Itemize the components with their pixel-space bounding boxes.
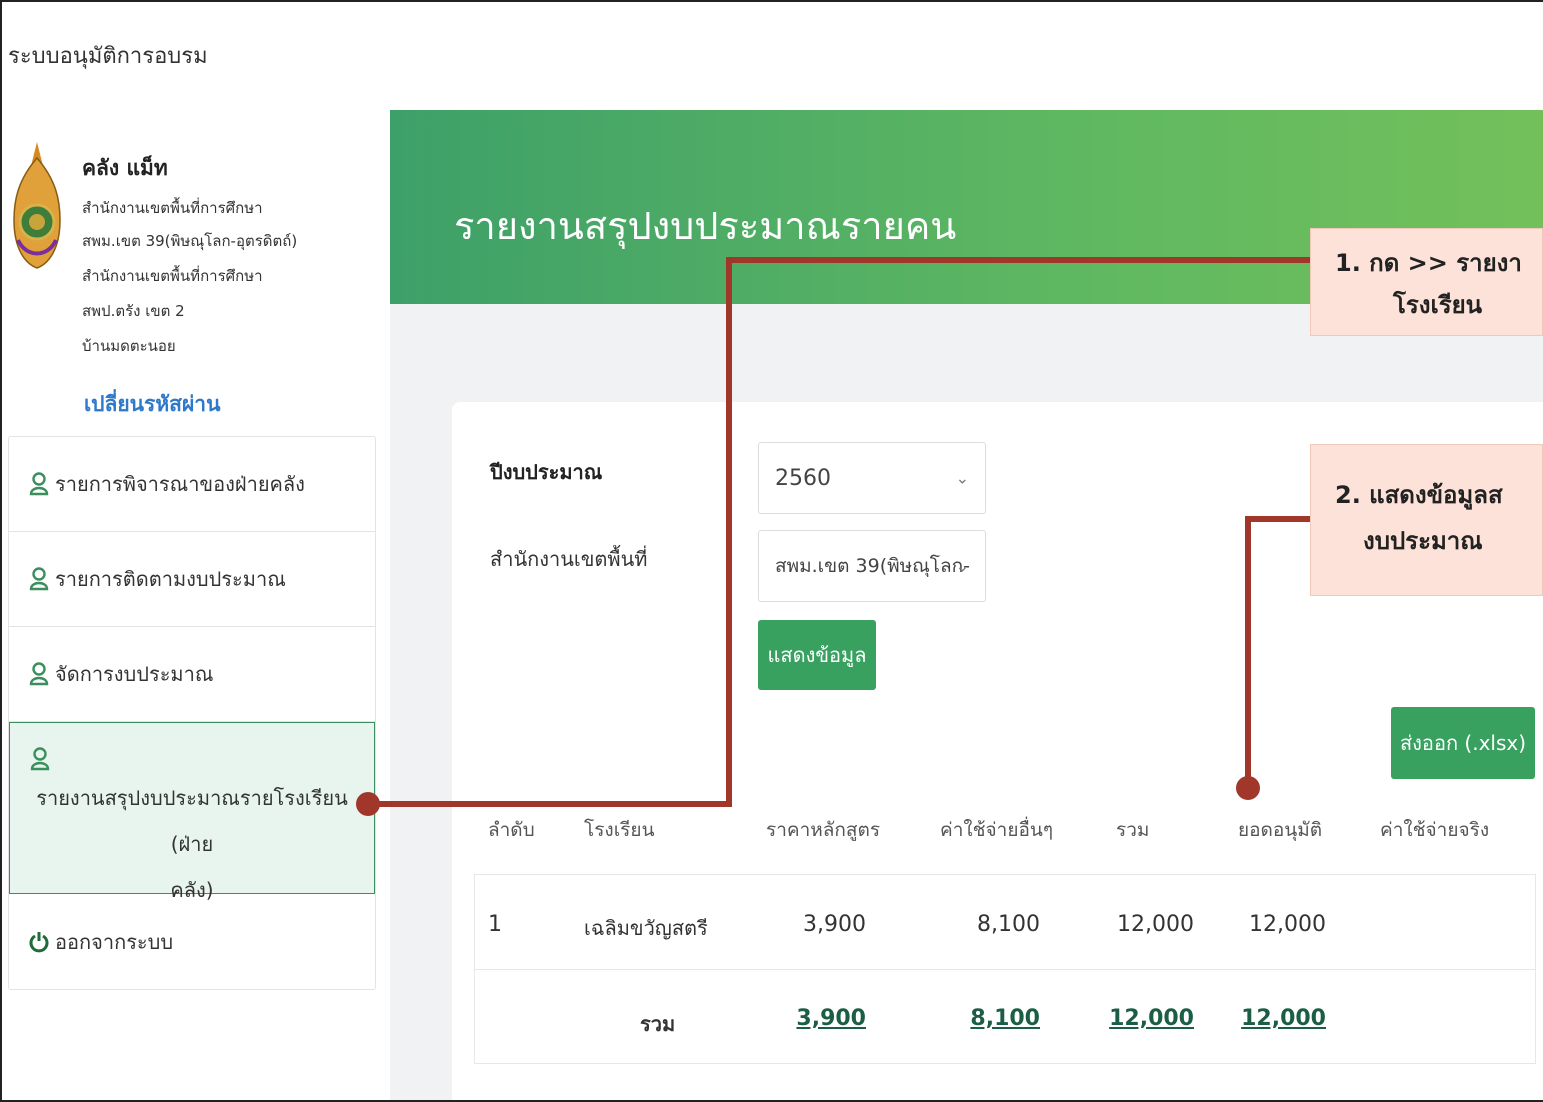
profile-org-line: สำนักงานเขตพื้นที่การศึกษา <box>82 267 263 285</box>
annotation-step1-line1: 1. กด >> รายงา <box>1335 249 1522 277</box>
cell-course-price: 3,900 <box>803 912 866 937</box>
column-header-sum: รวม <box>1116 819 1150 841</box>
app-title: ระบบอนุมัติการอบรม <box>8 44 208 69</box>
cell-other-expenses: 8,100 <box>977 912 1040 937</box>
column-header-no: ลำดับ <box>488 819 535 841</box>
cell-sum: 12,000 <box>1117 912 1194 937</box>
sidebar-item-label-line: รายงานสรุปงบประมาณรายโรงเรียน (ฝ่าย <box>36 785 348 856</box>
user-icon <box>29 472 49 496</box>
annotation-step2: 2. แสดงข้อมูลส งบประมาณ <box>1310 444 1543 596</box>
sidebar-item-label: จัดการงบประมาณ <box>55 662 214 686</box>
year-label: ปีงบประมาณ <box>490 460 603 484</box>
change-password-link[interactable]: เปลี่ยนรหัสผ่าน <box>84 388 220 421</box>
chevron-down-icon: ⌄ <box>955 468 969 488</box>
annotation-step2-line1: 2. แสดงข้อมูลส <box>1335 481 1503 509</box>
page-title: รายงานสรุปงบประมาณรายคน <box>454 204 957 248</box>
column-header-course-price: ราคาหลักสูตร <box>766 819 881 841</box>
profile-org-line: สำนักงานเขตพื้นที่การศึกษา <box>82 199 263 217</box>
profile-org-line: บ้านมดตะนอย <box>82 337 176 355</box>
chevron-down-icon: ⌄ <box>955 556 969 576</box>
sidebar-item-label: ออกจากระบบ <box>55 929 174 954</box>
profile-name: คลัง แม็ท <box>82 156 168 180</box>
user-icon <box>30 746 50 770</box>
column-header-school: โรงเรียน <box>584 819 655 841</box>
annotation-step1: 1. กด >> รายงา โรงเรียน <box>1310 228 1543 336</box>
annotation-step1-line2: โรงเรียน <box>1393 291 1483 319</box>
sidebar-item-label: รายการติดตามงบประมาณ <box>55 567 286 591</box>
profile-org-line: สพม.เขต 39(พิษณุโลก-อุตรดิตถ์) <box>82 232 298 250</box>
user-icon <box>29 567 49 591</box>
year-select-value: 2560 <box>775 465 831 491</box>
area-select-value: สพม.เขต 39(พิษณุโลก- <box>775 555 971 577</box>
sidebar-item-label: รายการพิจารณาของฝ่ายคลัง <box>55 472 305 496</box>
column-header-actual-expense: ค่าใช้จ่ายจริง <box>1380 819 1490 841</box>
year-select[interactable]: 2560 ⌄ <box>758 442 986 514</box>
area-label: สำนักงานเขตพื้นที่ <box>490 547 648 571</box>
sidebar-item-budget-tracking[interactable]: รายการติดตามงบประมาณ <box>9 532 375 627</box>
export-xlsx-button[interactable]: ส่งออก (.xlsx) <box>1391 707 1535 779</box>
user-icon <box>29 662 49 686</box>
column-header-approved: ยอดอนุมัติ <box>1238 819 1323 841</box>
total-course-price-link[interactable]: 3,900 <box>746 1006 866 1031</box>
cell-approved: 12,000 <box>1249 912 1326 937</box>
power-icon <box>29 931 49 952</box>
sidebar-menu: รายการพิจารณาของฝ่ายคลัง รายการติดตามงบป… <box>8 436 376 990</box>
column-header-other-expenses: ค่าใช้จ่ายอื่นๆ <box>940 819 1054 841</box>
area-select[interactable]: สพม.เขต 39(พิษณุโลก- ⌄ <box>758 530 986 602</box>
table-row-divider <box>474 969 1536 970</box>
cell-school: เฉลิมขวัญสตรี <box>584 916 708 940</box>
total-sum-link[interactable]: 12,000 <box>1074 1006 1194 1031</box>
sidebar-item-school-budget-report[interactable]: รายงานสรุปงบประมาณรายโรงเรียน (ฝ่าย คลัง… <box>9 722 375 902</box>
sidebar-item-budget-management[interactable]: จัดการงบประมาณ <box>9 627 375 722</box>
sidebar: คลัง แม็ท สำนักงานเขตพื้นที่การศึกษา สพม… <box>4 110 390 1102</box>
sidebar-item-label: รายงานสรุปงบประมาณรายโรงเรียน (ฝ่าย คลัง… <box>30 775 354 913</box>
annotation-step2-line2: งบประมาณ <box>1363 527 1483 555</box>
cell-no: 1 <box>488 912 502 937</box>
emblem-logo-icon <box>13 142 61 269</box>
totals-label: รวม <box>640 1012 676 1036</box>
profile-org-line: สพป.ตรัง เขต 2 <box>82 302 185 320</box>
total-other-expenses-link[interactable]: 8,100 <box>920 1006 1040 1031</box>
show-data-button[interactable]: แสดงข้อมูล <box>758 620 876 690</box>
total-approved-link[interactable]: 12,000 <box>1206 1006 1326 1031</box>
sidebar-item-finance-review[interactable]: รายการพิจารณาของฝ่ายคลัง <box>9 437 375 532</box>
